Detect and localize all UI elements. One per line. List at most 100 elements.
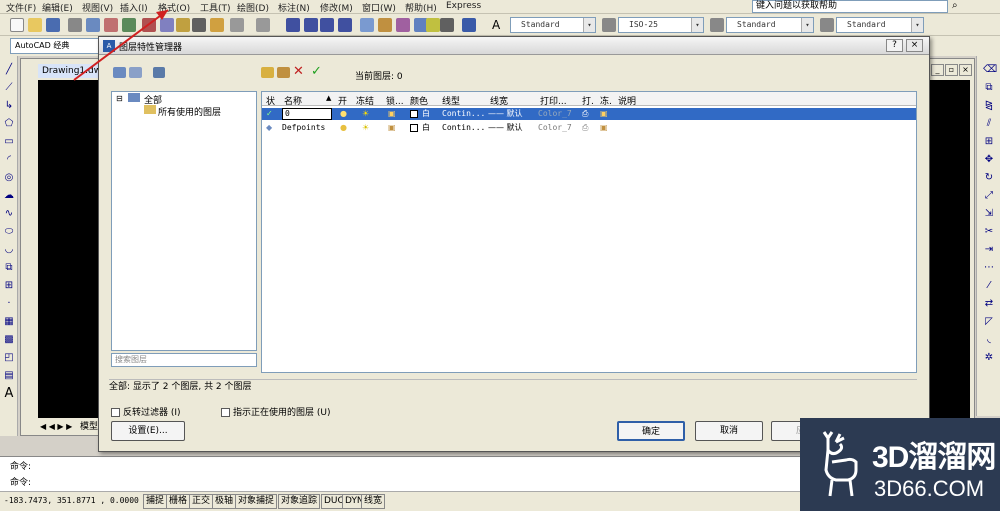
chevron-down-icon[interactable]: ▾	[583, 18, 595, 32]
dim-style-select[interactable]: ISO-25 ▾	[618, 17, 704, 33]
spline-icon[interactable]: ∿	[3, 208, 15, 220]
help-icon[interactable]	[462, 18, 476, 32]
point-icon[interactable]: ·	[3, 298, 15, 310]
polar-toggle[interactable]: 极轴	[212, 494, 237, 509]
break-point-icon[interactable]: ⋯	[983, 262, 995, 274]
col-description[interactable]: 说明	[618, 94, 636, 107]
delete-layer-icon[interactable]: ✕	[293, 64, 304, 79]
new-icon[interactable]	[10, 18, 24, 32]
tool-palettes-icon[interactable]	[396, 18, 410, 32]
col-color[interactable]: 颜色	[410, 94, 428, 107]
open-icon[interactable]	[28, 18, 42, 32]
copy-object-icon[interactable]: ⧉	[983, 82, 995, 94]
markup-icon[interactable]	[426, 18, 440, 32]
close-icon[interactable]: ×	[906, 39, 923, 52]
table-style-select[interactable]: Standard ▾	[726, 17, 814, 33]
new-vp-freeze-icon[interactable]: ▣	[600, 122, 608, 134]
layer-row-1[interactable]: ◆ Defpoints ● ☀ ▣ 白 Contin... —— 默认 Colo…	[262, 122, 916, 134]
mleader-style-select[interactable]: Standard ▾	[836, 17, 924, 33]
col-plot[interactable]: 打.	[582, 94, 594, 107]
polygon-icon[interactable]: ⬠	[3, 118, 15, 130]
search-icon[interactable]: ⌕	[952, 0, 958, 11]
dialog-title-bar[interactable]: A 图层特性管理器 ? ×	[99, 37, 929, 55]
tree-node-used-layers[interactable]: 所有使用的图层	[158, 105, 221, 118]
ortho-toggle[interactable]: 正交	[189, 494, 214, 509]
ellipse-icon[interactable]: ⬭	[3, 226, 15, 238]
menu-file[interactable]: 文件(F)	[6, 1, 36, 14]
otrack-toggle[interactable]: 对象追踪	[278, 494, 321, 509]
chevron-down-icon[interactable]: ▾	[911, 18, 923, 32]
menu-help[interactable]: 帮助(H)	[405, 1, 437, 14]
break-icon[interactable]: ⁄	[983, 280, 995, 292]
hatch-icon[interactable]: ▦	[3, 316, 15, 328]
menu-dimension[interactable]: 标注(N)	[278, 1, 310, 14]
workspace-select[interactable]: AutoCAD 经典	[10, 38, 100, 54]
move-icon[interactable]: ✥	[983, 154, 995, 166]
new-property-filter-icon[interactable]	[113, 67, 126, 78]
tab-model[interactable]: 模型	[80, 420, 98, 434]
rotate-icon[interactable]: ↻	[983, 172, 995, 184]
text-style-select[interactable]: Standard ▾	[510, 17, 596, 33]
menu-draw[interactable]: 绘图(D)	[237, 1, 269, 14]
minimize-icon[interactable]: _	[931, 64, 944, 76]
invert-filter-checkbox[interactable]: 反转过滤器 (I)	[111, 405, 181, 418]
color-swatch[interactable]	[410, 110, 418, 118]
col-linetype[interactable]: 线型	[442, 94, 460, 107]
layer-linetype[interactable]: Contin...	[442, 108, 485, 120]
layer-states-icon[interactable]	[153, 67, 165, 78]
col-plot-style[interactable]: 打印...	[540, 94, 567, 107]
col-lock[interactable]: 锁...	[386, 94, 404, 107]
save-icon[interactable]	[46, 18, 60, 32]
close-icon[interactable]: ×	[959, 64, 972, 76]
design-center-icon[interactable]	[378, 18, 392, 32]
menu-window[interactable]: 窗口(W)	[362, 1, 396, 14]
arc-icon[interactable]: ◜	[3, 154, 15, 166]
offset-icon[interactable]: ⫽	[983, 118, 995, 130]
undo-icon[interactable]	[230, 18, 244, 32]
match-properties-icon[interactable]	[192, 18, 206, 32]
rectangle-icon[interactable]: ▭	[3, 136, 15, 148]
mleader-style-icon[interactable]	[820, 18, 834, 32]
ellipse-arc-icon[interactable]: ◡	[3, 244, 15, 256]
set-current-icon[interactable]: ✓	[311, 64, 322, 79]
new-vp-freeze-icon[interactable]: ▣	[600, 108, 608, 120]
menu-insert[interactable]: 插入(I)	[120, 1, 148, 14]
color-swatch[interactable]	[410, 124, 418, 132]
paste-icon[interactable]	[176, 18, 190, 32]
col-freeze-new[interactable]: 冻.	[600, 94, 612, 107]
col-lineweight[interactable]: 线宽	[490, 94, 508, 107]
text-style-icon[interactable]: A	[492, 18, 506, 32]
sun-icon[interactable]: ☀	[362, 108, 369, 120]
chevron-down-icon[interactable]: ▾	[691, 18, 703, 32]
lineweight-toggle[interactable]: 线宽	[361, 494, 386, 509]
menu-modify[interactable]: 修改(M)	[320, 1, 353, 14]
tree-expander[interactable]: ⊟	[116, 94, 123, 103]
osnap-toggle[interactable]: 对象捕捉	[235, 494, 278, 509]
sun-icon[interactable]: ☀	[362, 122, 369, 134]
revcloud-icon[interactable]: ☁	[3, 190, 15, 202]
search-layer-input[interactable]: 搜索图层	[111, 353, 257, 367]
grid-toggle[interactable]: 栅格	[166, 494, 191, 509]
join-icon[interactable]: ⇄	[983, 298, 995, 310]
brush-icon[interactable]	[210, 18, 224, 32]
layer-lineweight[interactable]: —— 默认	[488, 108, 523, 120]
layer-name[interactable]: Defpoints	[282, 122, 325, 134]
trim-icon[interactable]: ✂	[983, 226, 995, 238]
checkbox-box[interactable]	[111, 408, 120, 417]
array-icon[interactable]: ⊞	[983, 136, 995, 148]
line-icon[interactable]: ╱	[3, 64, 15, 76]
layer-name-field[interactable]: 0	[282, 108, 332, 120]
printer-icon[interactable]: ⎙	[582, 108, 588, 120]
help-question-icon[interactable]: ?	[886, 39, 903, 52]
restore-icon[interactable]: ▫	[945, 64, 958, 76]
region-icon[interactable]: ◰	[3, 352, 15, 364]
multiline-text-icon[interactable]: A	[3, 387, 15, 400]
menu-edit[interactable]: 编辑(E)	[42, 1, 73, 14]
settings-button[interactable]: 设置(E)...	[111, 421, 185, 441]
layer-linetype[interactable]: Contin...	[442, 122, 485, 134]
publish-icon[interactable]	[104, 18, 118, 32]
polyline-icon[interactable]: ↳	[3, 100, 15, 112]
cut-icon[interactable]	[142, 18, 156, 32]
indicate-used-checkbox[interactable]: 指示正在使用的图层 (U)	[221, 405, 330, 418]
menu-format[interactable]: 格式(O)	[158, 1, 190, 14]
